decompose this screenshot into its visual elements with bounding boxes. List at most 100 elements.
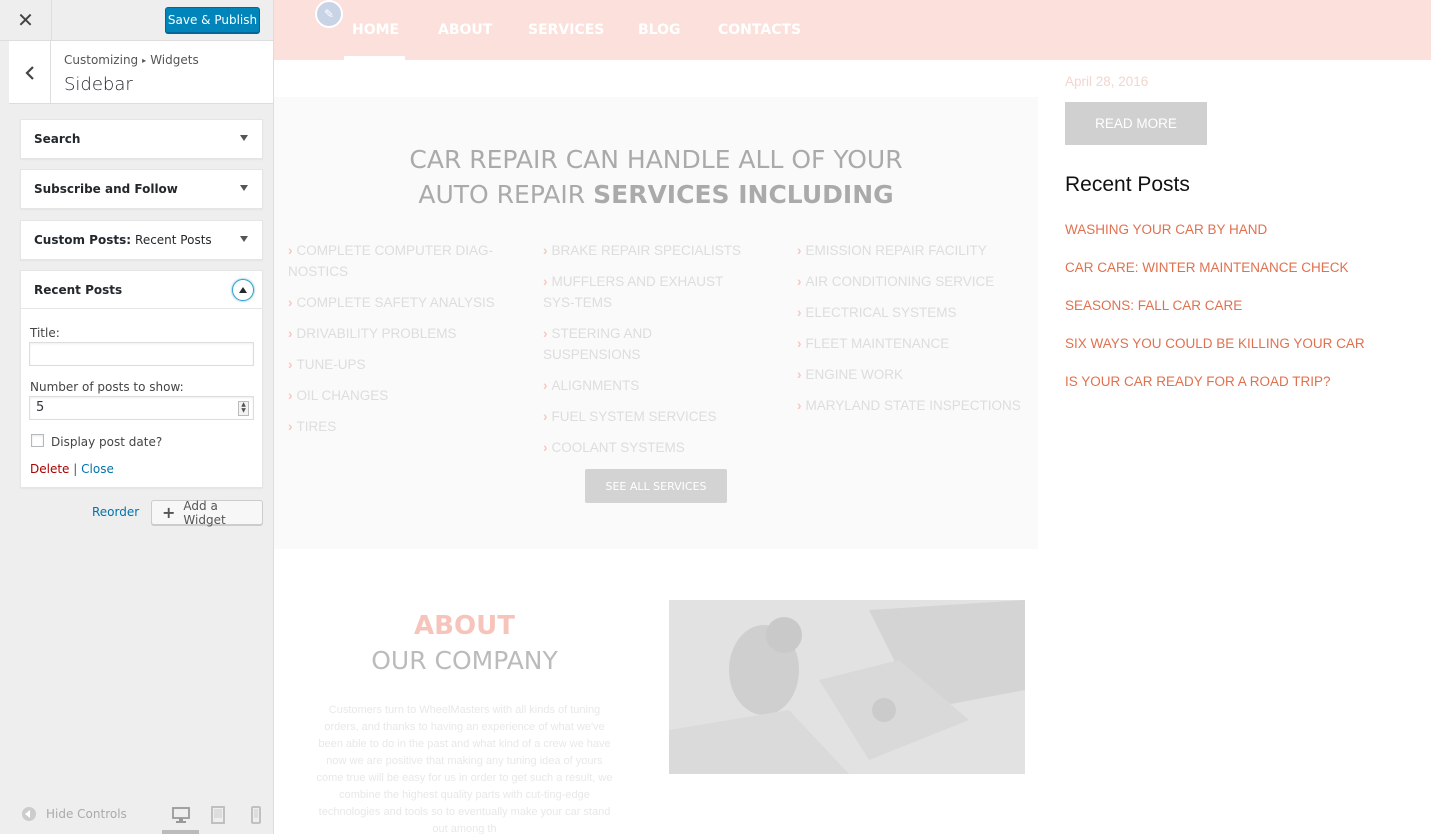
active-nav-underline [344, 56, 405, 60]
title-label: Title: [30, 326, 60, 340]
close-icon[interactable]: ✕ [0, 0, 52, 41]
recent-post-link[interactable]: CAR CARE: WINTER MAINTENANCE CHECK [1065, 260, 1365, 298]
nav-blog[interactable]: BLOG [638, 22, 681, 38]
service-item[interactable]: › TUNE-UPS [288, 354, 498, 375]
service-item[interactable]: › STEERING AND SUSPENSIONS [543, 323, 753, 365]
collapse-button[interactable] [232, 279, 254, 301]
actions-separator: | [73, 462, 78, 476]
about-subheading: OUR COMPANY [371, 646, 558, 675]
service-item[interactable]: › FUEL SYSTEM SERVICES [543, 406, 753, 427]
chevron-right-icon: › [543, 243, 548, 258]
nav-home[interactable]: HOME [352, 22, 399, 38]
expand-arrow-icon[interactable] [240, 236, 248, 242]
service-item[interactable]: › TIRES [288, 416, 498, 437]
services-section: CAR REPAIR CAN HANDLE ALL OF YOUR AUTO R… [274, 97, 1038, 549]
service-item[interactable]: › OIL CHANGES [288, 385, 498, 406]
pencil-icon[interactable]: ✎ [315, 0, 343, 28]
read-more-button[interactable]: READ MORE [1065, 102, 1207, 145]
widget-title: Search [34, 132, 81, 146]
spinner-arrows-icon[interactable]: ▲ ▼ [238, 401, 249, 416]
service-item[interactable]: › ALIGNMENTS [543, 375, 753, 396]
breadcrumb-separator-icon: ▸ [142, 56, 147, 65]
chevron-right-icon: › [797, 336, 802, 351]
widget-in-title: Recent Posts [135, 233, 212, 247]
recent-post-link[interactable]: WASHING YOUR CAR BY HAND [1065, 222, 1365, 260]
close-link[interactable]: Close [81, 462, 114, 476]
number-posts-input[interactable]: 5 ▲ ▼ [29, 396, 254, 420]
services-title-normal: AUTO REPAIR [418, 180, 586, 209]
recent-posts-list: WASHING YOUR CAR BY HAND CAR CARE: WINTE… [1065, 222, 1365, 412]
widget-title-bar[interactable]: Subscribe and Follow [21, 170, 262, 208]
chevron-right-icon: › [543, 378, 548, 393]
service-item[interactable]: › EMISSION REPAIR FACILITY [797, 240, 1032, 261]
service-item[interactable]: › AIR CONDITIONING SERVICE [797, 271, 1032, 292]
expand-arrow-icon[interactable] [240, 135, 248, 141]
service-item[interactable]: › DRIVABILITY PROBLEMS [288, 323, 498, 344]
recent-posts-heading: Recent Posts [1065, 173, 1190, 196]
widget-custom-posts[interactable]: Custom Posts: Recent Posts [20, 220, 263, 260]
customizer-header: ✕ Save & Publish [0, 0, 273, 41]
service-item[interactable]: › COOLANT SYSTEMS [543, 437, 753, 458]
plus-icon: + [162, 503, 176, 522]
widget-subscribe-follow[interactable]: Subscribe and Follow [20, 169, 263, 209]
breadcrumb-parent: Widgets [150, 53, 199, 67]
service-item[interactable]: › ENGINE WORK [797, 364, 1032, 385]
display-date-checkbox[interactable] [31, 434, 44, 447]
services-column-2: › BRAKE REPAIR SPECIALISTS › MUFFLERS AND … [543, 240, 753, 468]
recent-post-link[interactable]: SEASONS: FALL CAR CARE [1065, 298, 1365, 336]
widget-title-bar[interactable]: Search [21, 120, 262, 158]
site-nav: ✎ HOME ABOUT SERVICES BLOG CONTACTS [274, 0, 1431, 60]
recent-post-link[interactable]: IS YOUR CAR READY FOR A ROAD TRIP? [1065, 374, 1365, 412]
reorder-link[interactable]: Reorder [92, 505, 139, 519]
back-button[interactable] [9, 41, 51, 104]
desktop-icon[interactable] [171, 806, 191, 824]
expand-arrow-icon[interactable] [240, 185, 248, 191]
widget-search[interactable]: Search [20, 119, 263, 159]
hide-controls-button[interactable]: Hide Controls [22, 807, 127, 821]
chevron-right-icon: › [288, 295, 293, 310]
customizer-panel: ✕ Save & Publish Customizing ▸ Widgets Sid… [0, 0, 274, 834]
chevron-right-icon: › [797, 274, 802, 289]
recent-post-link[interactable]: SIX WAYS YOU COULD BE KILLING YOUR CAR [1065, 336, 1365, 374]
chevron-right-icon: › [797, 398, 802, 413]
chevron-left-icon [24, 65, 34, 80]
widget-title-bar[interactable]: Recent Posts [21, 271, 262, 309]
services-title-line2: AUTO REPAIR SERVICES INCLUDING [274, 180, 1038, 209]
widget-title: Subscribe and Follow [34, 182, 178, 196]
service-item[interactable]: › MARYLAND STATE INSPECTIONS [797, 395, 1032, 416]
services-column-3: › EMISSION REPAIR FACILITY › AIR CONDITION… [797, 240, 1032, 426]
section-title: Sidebar [64, 74, 133, 95]
nav-services[interactable]: SERVICES [528, 22, 604, 38]
tablet-icon[interactable] [208, 806, 228, 824]
chevron-right-icon: › [797, 367, 802, 382]
chevron-right-icon: › [288, 419, 293, 434]
section-header: Customizing ▸ Widgets Sidebar [9, 41, 273, 104]
save-publish-button[interactable]: Save & Publish [165, 7, 260, 33]
service-item[interactable]: › COMPLETE COMPUTER DIAG-NOSTICS [288, 240, 498, 282]
widget-title-bar[interactable]: Custom Posts: Recent Posts [21, 221, 262, 259]
services-title-line1: CAR REPAIR CAN HANDLE ALL OF YOUR [409, 145, 903, 174]
service-item[interactable]: › ELECTRICAL SYSTEMS [797, 302, 1032, 323]
see-all-services-button[interactable]: SEE ALL SERVICES [585, 469, 727, 503]
title-input[interactable] [29, 342, 254, 366]
widget-title: Recent Posts [34, 282, 123, 297]
delete-link[interactable]: Delete [30, 462, 69, 476]
chevron-right-icon: › [543, 440, 548, 455]
breadcrumb: Customizing ▸ Widgets [64, 53, 199, 67]
number-posts-value: 5 [36, 400, 45, 415]
nav-about[interactable]: ABOUT [438, 22, 492, 38]
active-device-indicator [162, 830, 199, 834]
widget-actions: Delete | Close [30, 462, 114, 476]
chevron-right-icon: › [288, 388, 293, 403]
add-widget-button[interactable]: + Add a Widget [151, 499, 263, 527]
service-item[interactable]: › FLEET MAINTENANCE [797, 333, 1032, 354]
service-item[interactable]: › BRAKE REPAIR SPECIALISTS [543, 240, 753, 261]
display-date-label[interactable]: Display post date? [51, 435, 162, 449]
service-item[interactable]: › MUFFLERS AND EXHAUST SYS-TEMS [543, 271, 753, 313]
collapse-sidebar-icon [22, 807, 36, 821]
chevron-right-icon: › [288, 326, 293, 341]
service-item[interactable]: › COMPLETE SAFETY ANALYSIS [288, 292, 498, 313]
collapse-arrow-icon [239, 287, 247, 293]
nav-contacts[interactable]: CONTACTS [718, 22, 801, 38]
mobile-icon[interactable] [246, 806, 266, 824]
